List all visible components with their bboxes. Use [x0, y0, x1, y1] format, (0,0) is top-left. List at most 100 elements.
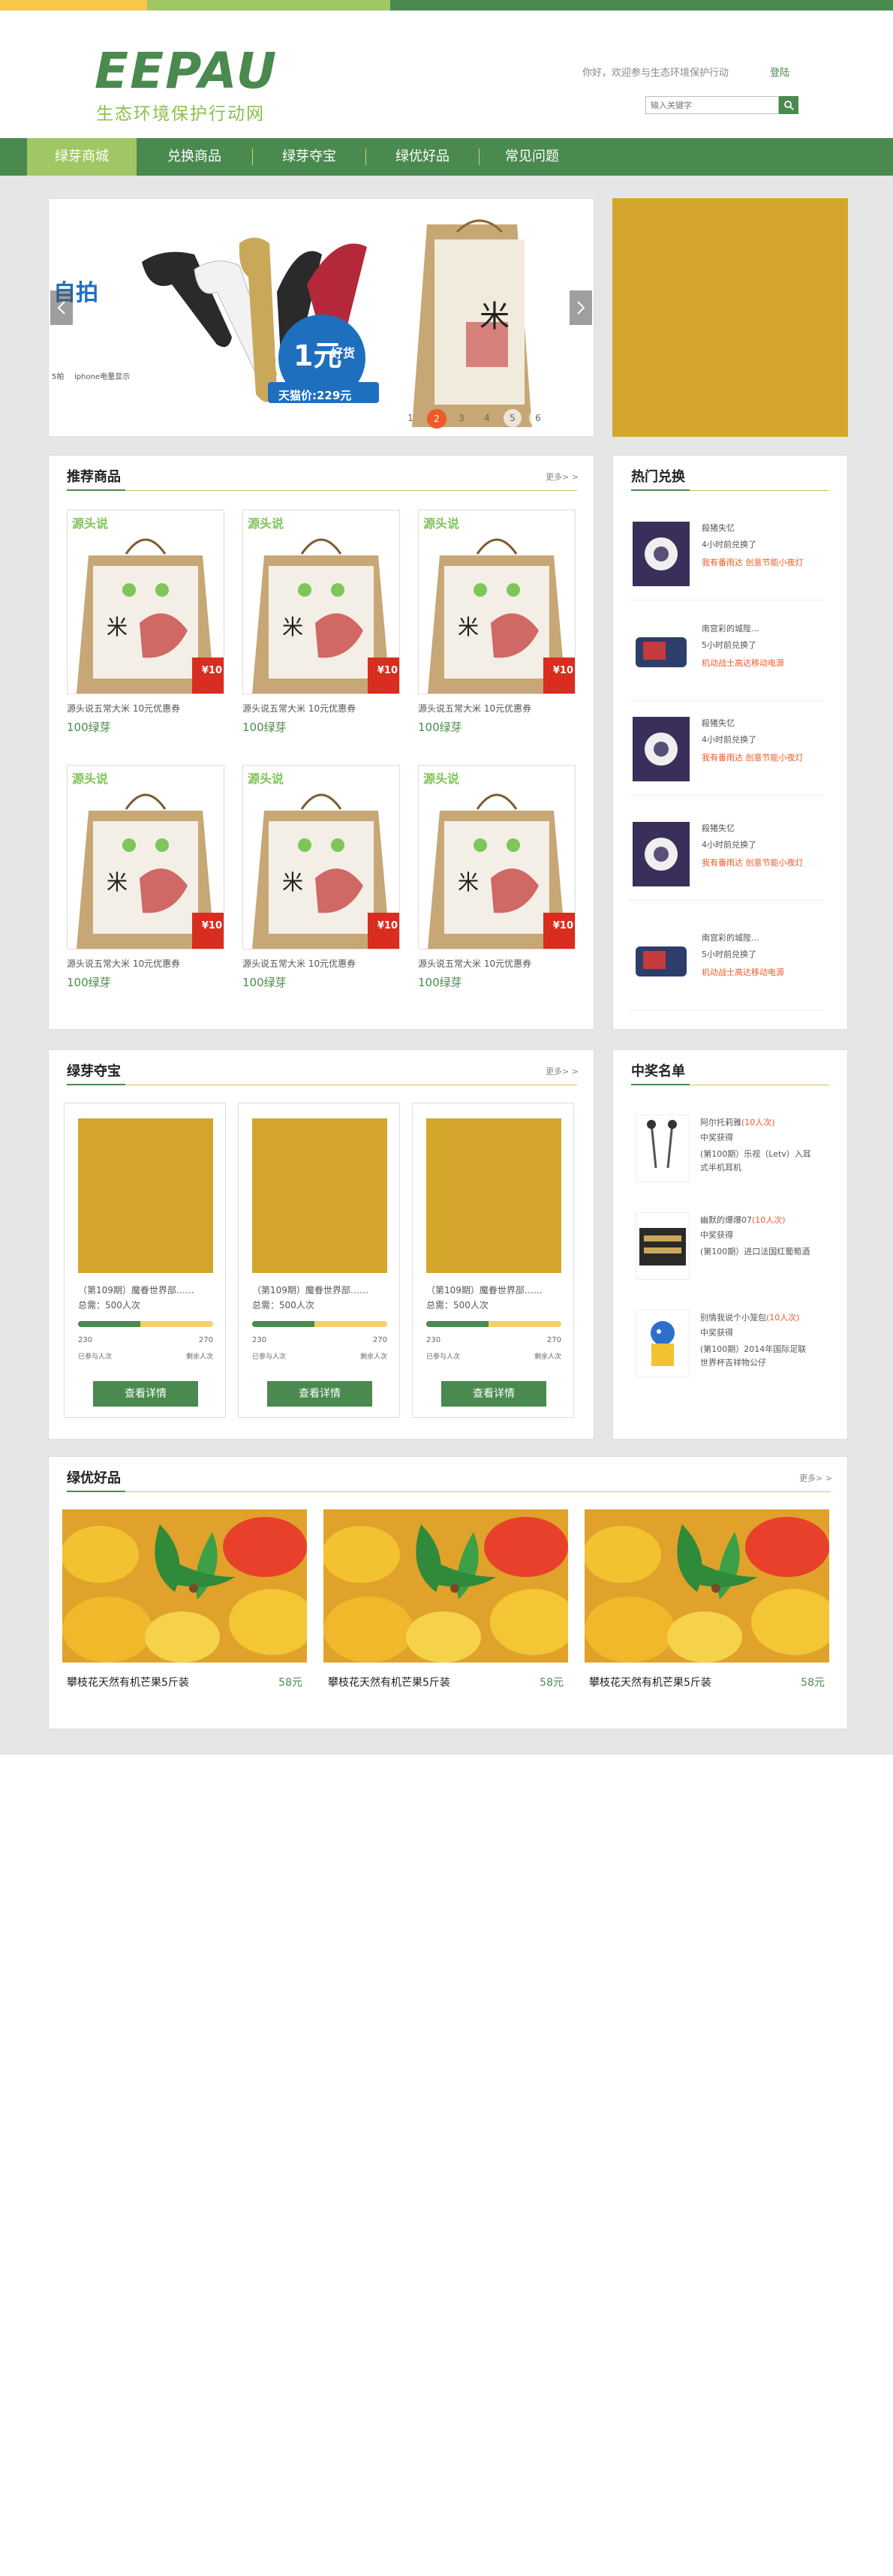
page-dot-4[interactable]: 4 [478, 409, 496, 427]
login-link[interactable]: 登陆 [770, 65, 789, 79]
carousel-next-button[interactable] [570, 290, 592, 325]
product-card[interactable]: 源头说米 ¥10 源头说五常大米 10元优惠券 100绿芽 [67, 510, 224, 735]
view-details-button[interactable]: 查看详情 [267, 1381, 372, 1407]
product-name[interactable]: 源头说五常大米 10元优惠券 [242, 957, 400, 970]
goods-card[interactable]: 攀枝花天然有机芒果5斤装 58元 [585, 1509, 829, 1705]
hot-exchange-item[interactable]: 殺猪失忆 4小时前兑换了 我有番雨达 创意节能小夜灯 [622, 808, 825, 901]
hot-time: 4小时前兑换了 [702, 540, 756, 549]
product-card[interactable]: 源头说米 ¥10 源头说五常大米 10元优惠券 100绿芽 [418, 765, 576, 990]
treasure-title[interactable]: （第109期）魔眷世界部…… [426, 1283, 543, 1296]
page-dot-5[interactable]: 5 [504, 409, 522, 427]
treasure-image[interactable] [252, 1118, 387, 1273]
remain-count: 270 [198, 1336, 213, 1344]
rice-bag-image [68, 510, 224, 694]
product-card[interactable]: 源头说米 ¥10 源头说五常大米 10元优惠券 100绿芽 [242, 765, 400, 990]
page-dot-6[interactable]: 6 [529, 409, 547, 427]
treasure-card[interactable]: （第109期）魔眷世界部…… 总需：500人次 230 270 已参与人次 剩余人次 查看详… [238, 1103, 400, 1418]
view-details-button[interactable]: 查看详情 [441, 1381, 546, 1407]
goods-card[interactable]: 攀枝花天然有机芒果5斤装 58元 [323, 1509, 568, 1705]
winner-item[interactable]: 阿尔托莉雅(10人次) 中奖获得 (第100期）乐视（Letv）入耳式半机耳机 [622, 1106, 819, 1203]
site-header: EEPAU 生态环境保护行动网 你好，欢迎参与生态环境保护行动 登陆 [0, 11, 893, 138]
treasure-panel: 绿芽夺宝 更多> > （第109期）魔眷世界部…… 总需：500人次 230 270 已… [48, 1049, 594, 1440]
carousel-prev-button[interactable] [50, 290, 73, 325]
winner-prize[interactable]: (第100期）进口法国红葡萄酒 [700, 1245, 813, 1259]
mango-image[interactable] [323, 1509, 568, 1663]
view-details-button[interactable]: 查看详情 [93, 1381, 198, 1407]
hot-exchange-item[interactable]: 南宫彩的城陛... 5小时前兑换了 机动战士高达移动电源 [622, 918, 825, 1010]
product-name[interactable]: 源头说五常大米 10元优惠券 [67, 702, 224, 715]
banner-carousel[interactable]: 自拍 1元 好货 天猫价:229元 iphone电量显示 5帕 米 1 2 3 … [48, 198, 594, 437]
promo-small-text: 好货 [331, 346, 356, 360]
hot-time: 5小时前兑换了 [702, 949, 756, 959]
item-divider [628, 795, 825, 796]
hot-time: 4小时前兑换了 [702, 735, 756, 745]
winner-prize[interactable]: (第100期）2014年国际足联世界杯吉祥物公仔 [700, 1343, 813, 1370]
hot-product-link[interactable]: 我有番雨达 创意节能小夜灯 [702, 856, 804, 868]
product-image[interactable]: 源头说米 ¥10 [418, 765, 576, 949]
recommend-more-link[interactable]: 更多> > [546, 471, 579, 483]
treasure-title[interactable]: （第109期）魔眷世界部…… [78, 1283, 194, 1296]
rice-char: 米 [458, 870, 480, 895]
product-name[interactable]: 源头说五常大米 10元优惠券 [242, 702, 400, 715]
winner-prize[interactable]: (第100期）乐视（Letv）入耳式半机耳机 [700, 1148, 813, 1175]
recommend-panel: 推荐商品 更多> > 源头说米 ¥10 源头说五常大米 10元优惠券 100绿芽 源头说… [48, 455, 594, 1030]
site-logo[interactable]: EEPAU 生态环境保护行动网 [95, 45, 290, 128]
remain-count: 270 [546, 1336, 561, 1344]
title-accent [67, 1084, 125, 1085]
treasure-card[interactable]: （第109期）魔眷世界部…… 总需：500人次 230 270 已参与人次 剩余人次 查看详… [64, 1103, 226, 1418]
hot-product-link[interactable]: 机动战士高达移动电源 [702, 657, 784, 669]
hot-product-link[interactable]: 我有番雨达 创意节能小夜灯 [702, 751, 804, 763]
goods-more-link[interactable]: 更多> > [799, 1472, 832, 1484]
wine-box-icon [636, 1212, 690, 1280]
page-dot-3[interactable]: 3 [453, 409, 471, 427]
mango-image[interactable] [62, 1509, 307, 1663]
goods-name[interactable]: 攀枝花天然有机芒果5斤装 [328, 1675, 450, 1690]
goods-name[interactable]: 攀枝花天然有机芒果5斤装 [589, 1675, 711, 1690]
product-card[interactable]: 源头说米 ¥10 源头说五常大米 10元优惠券 100绿芽 [67, 765, 224, 990]
treasure-image[interactable] [78, 1118, 213, 1273]
product-name[interactable]: 源头说五常大米 10元优惠券 [418, 957, 576, 970]
hot-exchange-item[interactable]: 南宫彩的城陛... 5小时前兑换了 机动战士高达移动电源 [622, 609, 825, 701]
page-dot-2[interactable]: 2 [427, 409, 446, 429]
nav-item-exchange[interactable]: 兑换商品 [137, 138, 252, 176]
product-points: 100绿芽 [242, 721, 287, 734]
nav-item-faq[interactable]: 常见问题 [480, 138, 585, 176]
nav-item-goods[interactable]: 绿优好品 [366, 138, 479, 176]
product-card[interactable]: 源头说米 ¥10 源头说五常大米 10元优惠券 100绿芽 [418, 510, 576, 735]
treasure-card[interactable]: （第109期）魔眷世界部…… 总需：500人次 230 270 已参与人次 剩余人次 查看详… [412, 1103, 574, 1418]
product-image[interactable]: 源头说米 ¥10 [242, 510, 400, 694]
product-points: 100绿芽 [418, 721, 462, 734]
mango-image[interactable] [585, 1509, 829, 1663]
hot-exchange-item[interactable]: 殺猪失忆 4小时前兑换了 我有番雨达 创意节能小夜灯 [622, 703, 825, 796]
hot-product-link[interactable]: 机动战士高达移动电源 [702, 966, 784, 978]
main-nav: 绿芽商城 兑换商品 绿芽夺宝 绿优好品 常见问题 [0, 138, 893, 176]
product-image[interactable]: 源头说米 ¥10 [418, 510, 576, 694]
promo-price-text: 天猫价:229元 [278, 389, 352, 402]
product-image[interactable]: 源头说米 ¥10 [67, 510, 224, 694]
joined-label: 已参与人次 [78, 1353, 113, 1361]
winner-item[interactable]: 别情我说个小笼包(10人次) 中奖获得 (第100期）2014年国际足联世界杯吉祥物… [622, 1301, 819, 1398]
treasure-image[interactable] [426, 1118, 561, 1273]
treasure-title[interactable]: （第109期）魔眷世界部…… [252, 1283, 368, 1296]
nav-item-treasure[interactable]: 绿芽夺宝 [253, 138, 365, 176]
page-dot-1[interactable]: 1 [401, 409, 419, 427]
product-card[interactable]: 源头说米 ¥10 源头说五常大米 10元优惠券 100绿芽 [242, 510, 400, 735]
hot-exchange-item[interactable]: 殺猪失忆 4小时前兑换了 我有番雨达 创意节能小夜灯 [622, 508, 825, 600]
goods-card[interactable]: 攀枝花天然有机芒果5斤装 58元 [62, 1509, 307, 1705]
goods-name[interactable]: 攀枝花天然有机芒果5斤装 [67, 1675, 189, 1690]
product-name[interactable]: 源头说五常大米 10元优惠券 [418, 702, 576, 715]
joined-count: 230 [426, 1336, 441, 1344]
nav-item-mall[interactable]: 绿芽商城 [27, 138, 137, 176]
product-image[interactable]: 源头说米 ¥10 [67, 765, 224, 949]
hot-product-link[interactable]: 我有番雨达 创意节能小夜灯 [702, 556, 804, 568]
search-input[interactable] [645, 96, 779, 114]
rice-char: 米 [107, 615, 128, 639]
product-name[interactable]: 源头说五常大米 10元优惠券 [67, 957, 224, 970]
side-ad-banner[interactable] [612, 198, 848, 437]
winner-status: 中奖获得 [700, 1328, 733, 1338]
treasure-more-link[interactable]: 更多> > [546, 1065, 579, 1077]
search-button[interactable] [779, 96, 798, 114]
winner-count: (10人次) [766, 1313, 800, 1323]
product-image[interactable]: 源头说米 ¥10 [242, 765, 400, 949]
winner-item[interactable]: 幽默的爆爆07(10人次) 中奖获得 (第100期）进口法国红葡萄酒 [622, 1203, 819, 1301]
